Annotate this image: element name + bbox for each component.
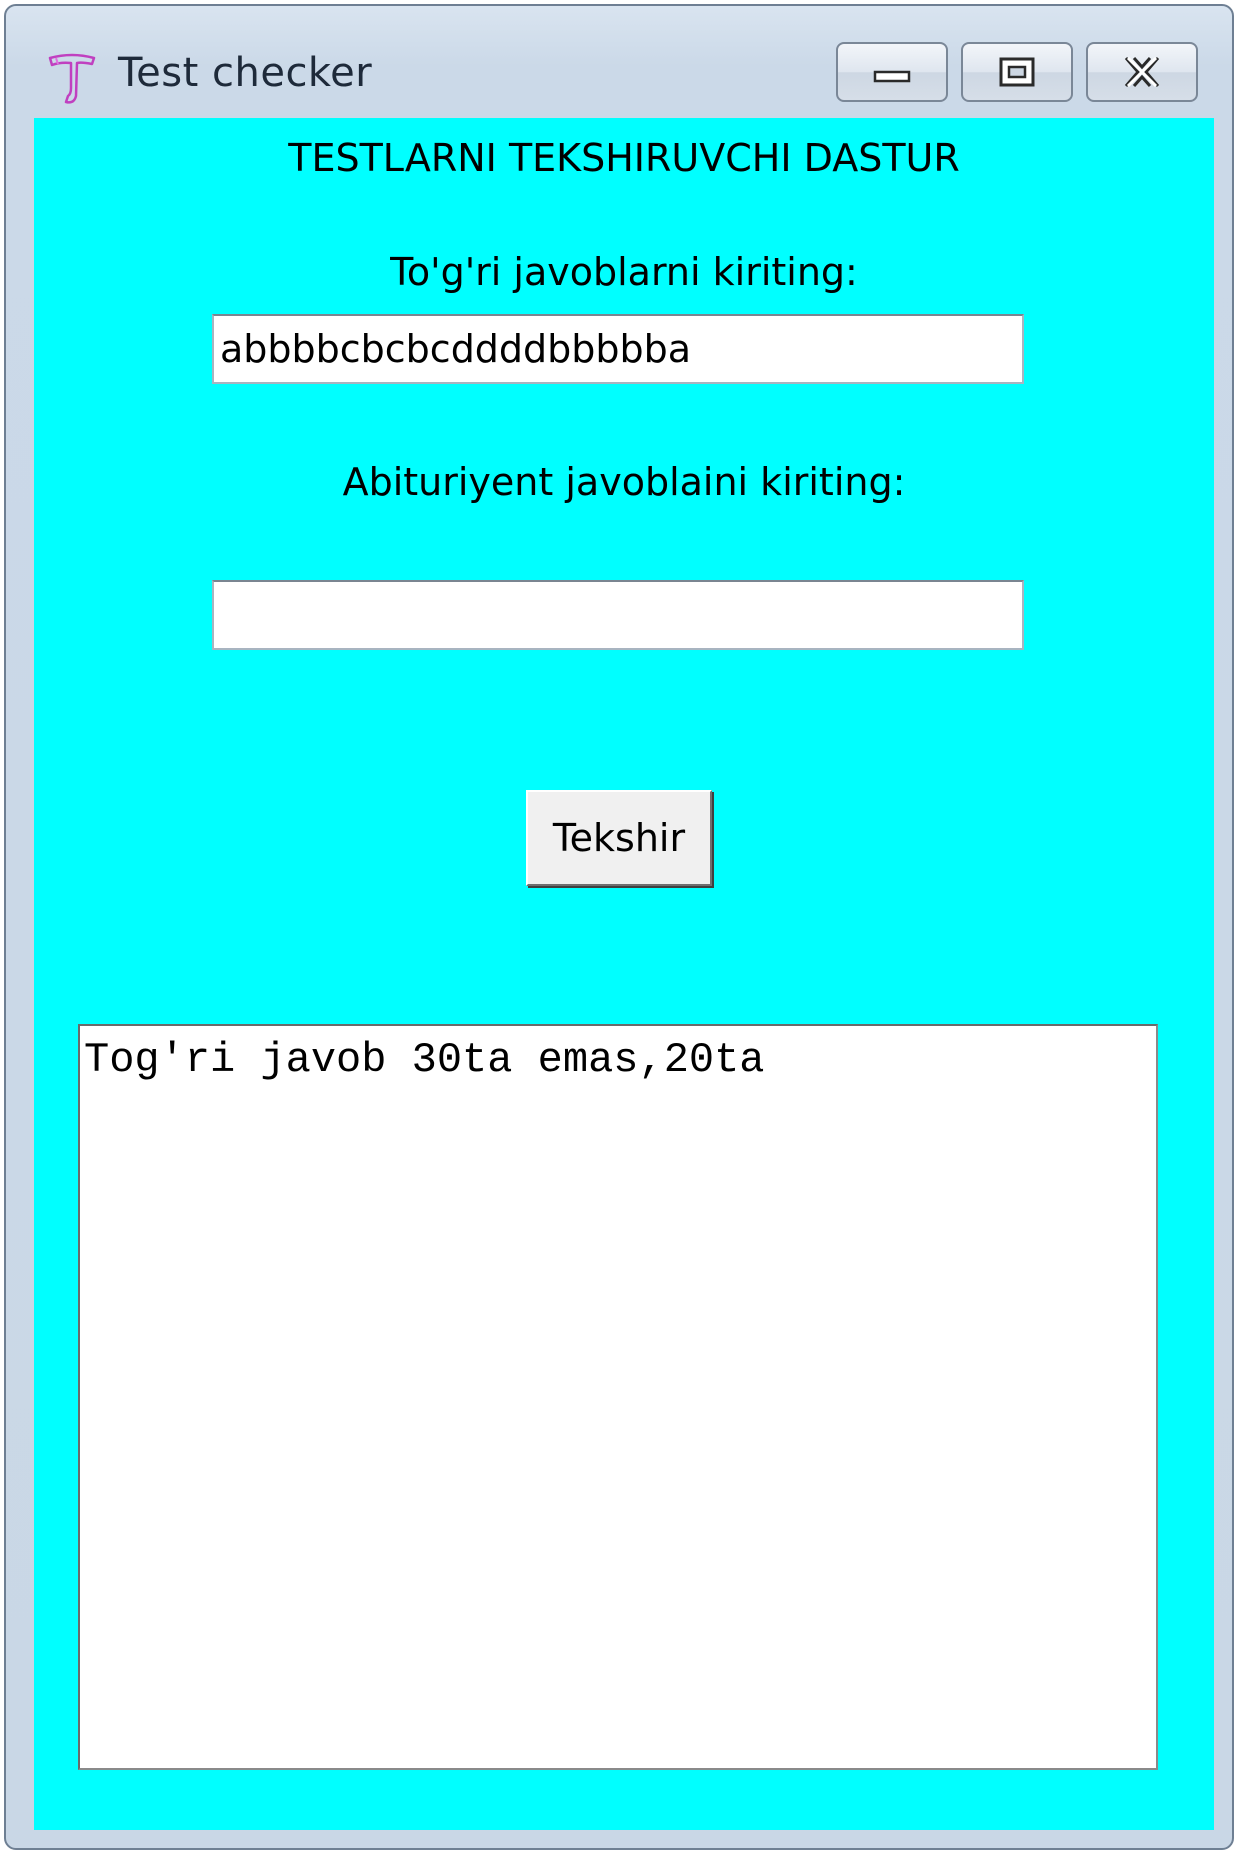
restore-button[interactable] [961,42,1073,102]
title-bar[interactable]: Test checker [6,6,1232,118]
correct-answers-label: To'g'ri javoblarni kiriting: [390,250,858,294]
close-button[interactable] [1086,42,1198,102]
app-window: Test checker TESTLARNI TEKSHIRUVCHI DAST… [4,4,1234,1850]
correct-answers-input[interactable] [212,314,1024,384]
result-text: Tog'ri javob 30ta emas,20ta [84,1036,765,1084]
client-area: TESTLARNI TEKSHIRUVCHI DASTUR To'g'ri ja… [34,118,1214,1830]
check-button[interactable]: Tekshir [526,790,712,886]
window-title: Test checker [118,50,373,96]
minimize-icon [873,70,911,83]
student-answers-label: Abituriyent javoblaini kiriting: [342,460,906,504]
restore-icon [999,57,1035,87]
app-t-icon [48,53,96,104]
result-textbox[interactable]: Tog'ri javob 30ta emas,20ta [78,1024,1158,1770]
page-title: TESTLARNI TEKSHIRUVCHI DASTUR [288,136,960,180]
close-icon [1124,56,1160,88]
student-answers-input[interactable] [212,580,1024,650]
minimize-button[interactable] [836,42,948,102]
